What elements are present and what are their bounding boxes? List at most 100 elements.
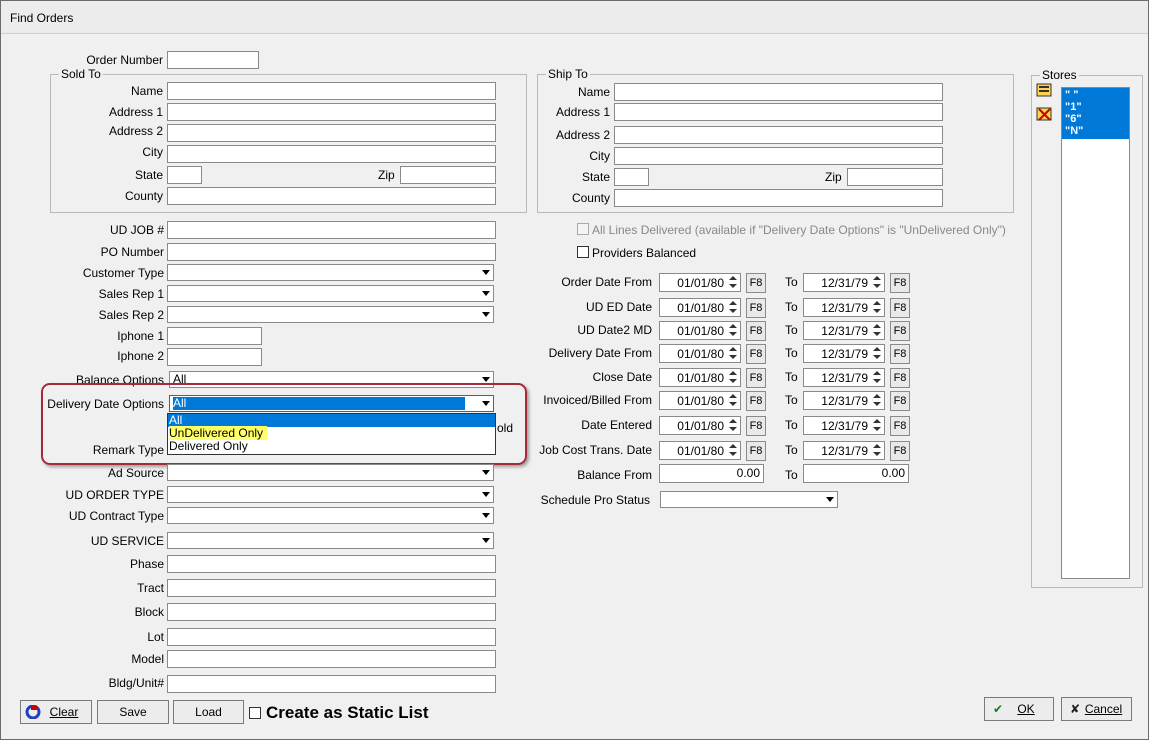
ud-job-input[interactable] <box>167 221 496 239</box>
spinner-icon[interactable] <box>871 323 883 338</box>
spinner-icon[interactable] <box>871 275 883 290</box>
spinner-icon[interactable] <box>727 393 739 408</box>
sold-to-county-input[interactable] <box>167 187 496 205</box>
spinner-icon[interactable] <box>871 443 883 458</box>
balance-from-input[interactable]: 0.00 <box>659 464 764 483</box>
spinner-icon[interactable] <box>727 323 739 338</box>
date-from-input[interactable]: 01/01/80 <box>659 321 741 340</box>
date-to-f8-button[interactable]: F8 <box>890 368 910 388</box>
store-item[interactable]: " " <box>1065 89 1126 101</box>
date-from-f8-button[interactable]: F8 <box>746 391 766 411</box>
date-from-f8-button[interactable]: F8 <box>746 441 766 461</box>
date-from-input[interactable]: 01/01/80 <box>659 344 741 363</box>
stores-list[interactable]: " " "1" "6" "N" <box>1061 87 1130 579</box>
spinner-icon[interactable] <box>871 300 883 315</box>
clear-selection-icon[interactable] <box>1036 106 1054 122</box>
ship-to-zip-input[interactable] <box>847 168 943 186</box>
sold-to-address1-input[interactable] <box>167 103 496 121</box>
ship-to-county-input[interactable] <box>614 189 943 207</box>
date-to-input[interactable]: 12/31/79 <box>803 344 885 363</box>
model-input[interactable] <box>167 650 496 668</box>
ship-to-city-input[interactable] <box>614 147 943 165</box>
title-bar: Find Orders <box>1 1 1148 34</box>
cancel-button[interactable]: ✘ Cancel <box>1061 697 1132 721</box>
date-to-f8-button[interactable]: F8 <box>890 391 910 411</box>
ud-contract-type-dropdown[interactable] <box>167 507 494 524</box>
ship-to-name-input[interactable] <box>614 83 943 101</box>
spinner-icon[interactable] <box>871 370 883 385</box>
block-input[interactable] <box>167 603 496 621</box>
date-from-f8-button[interactable]: F8 <box>746 321 766 341</box>
store-item[interactable]: "6" <box>1065 113 1126 125</box>
ok-button[interactable]: ✔ OK <box>984 697 1054 721</box>
ud-order-type-dropdown[interactable] <box>167 486 494 503</box>
spinner-icon[interactable] <box>727 346 739 361</box>
date-to-input[interactable]: 12/31/79 <box>803 273 885 292</box>
spinner-icon[interactable] <box>727 300 739 315</box>
spinner-icon[interactable] <box>871 346 883 361</box>
date-from-input[interactable]: 01/01/80 <box>659 298 741 317</box>
ad-source-dropdown[interactable] <box>167 464 494 481</box>
date-to-f8-button[interactable]: F8 <box>890 441 910 461</box>
iphone1-input[interactable] <box>167 327 262 345</box>
ship-to-state-input[interactable] <box>614 168 649 186</box>
sold-to-state-input[interactable] <box>167 166 202 184</box>
spinner-icon[interactable] <box>727 370 739 385</box>
sold-to-address2-input[interactable] <box>167 124 496 142</box>
date-from-f8-button[interactable]: F8 <box>746 273 766 293</box>
ship-to-address2-input[interactable] <box>614 126 943 144</box>
providers-balanced-checkbox[interactable] <box>577 246 589 258</box>
all-lines-delivered-checkbox[interactable] <box>577 223 589 235</box>
select-all-icon[interactable] <box>1036 82 1054 98</box>
customer-type-dropdown[interactable] <box>167 264 494 281</box>
date-from-input[interactable]: 01/01/80 <box>659 368 741 387</box>
date-from-f8-button[interactable]: F8 <box>746 368 766 388</box>
spinner-icon[interactable] <box>727 275 739 290</box>
date-to-f8-button[interactable]: F8 <box>890 273 910 293</box>
sales-rep2-dropdown[interactable] <box>167 306 494 323</box>
date-to-input[interactable]: 12/31/79 <box>803 368 885 387</box>
spinner-icon[interactable] <box>871 393 883 408</box>
schedule-pro-status-dropdown[interactable] <box>660 491 838 508</box>
po-number-input[interactable] <box>167 243 496 261</box>
sold-to-city-input[interactable] <box>167 145 496 163</box>
date-to-f8-button[interactable]: F8 <box>890 298 910 318</box>
ship-to-address1-input[interactable] <box>614 103 943 121</box>
create-static-list-checkbox[interactable] <box>249 707 261 719</box>
store-item[interactable]: "1" <box>1065 101 1126 113</box>
tract-input[interactable] <box>167 579 496 597</box>
date-from-input[interactable]: 01/01/80 <box>659 416 741 435</box>
date-from-input[interactable]: 01/01/80 <box>659 391 741 410</box>
date-from-input[interactable]: 01/01/80 <box>659 441 741 460</box>
sales-rep1-dropdown[interactable] <box>167 285 494 302</box>
clear-button[interactable]: Clear <box>20 700 92 724</box>
sold-to-zip-input[interactable] <box>400 166 496 184</box>
date-from-value: 01/01/80 <box>677 444 724 458</box>
spinner-icon[interactable] <box>727 443 739 458</box>
date-to-input[interactable]: 12/31/79 <box>803 441 885 460</box>
date-to-f8-button[interactable]: F8 <box>890 416 910 436</box>
date-to-input[interactable]: 12/31/79 <box>803 298 885 317</box>
iphone2-input[interactable] <box>167 348 262 366</box>
spinner-icon[interactable] <box>727 418 739 433</box>
date-from-f8-button[interactable]: F8 <box>746 298 766 318</box>
lot-input[interactable] <box>167 628 496 646</box>
sold-to-name-input[interactable] <box>167 82 496 100</box>
date-to-f8-button[interactable]: F8 <box>890 344 910 364</box>
date-to-input[interactable]: 12/31/79 <box>803 391 885 410</box>
spinner-icon[interactable] <box>871 418 883 433</box>
date-from-f8-button[interactable]: F8 <box>746 416 766 436</box>
save-button[interactable]: Save <box>97 700 169 724</box>
date-to-input[interactable]: 12/31/79 <box>803 321 885 340</box>
balance-to-input[interactable]: 0.00 <box>803 464 909 483</box>
order-number-input[interactable] <box>167 51 259 69</box>
phase-input[interactable] <box>167 555 496 573</box>
date-to-input[interactable]: 12/31/79 <box>803 416 885 435</box>
date-to-f8-button[interactable]: F8 <box>890 321 910 341</box>
load-button[interactable]: Load <box>173 700 244 724</box>
store-item[interactable]: "N" <box>1065 125 1126 137</box>
ud-service-dropdown[interactable] <box>167 532 494 549</box>
bldg-unit-input[interactable] <box>167 675 496 693</box>
date-from-f8-button[interactable]: F8 <box>746 344 766 364</box>
date-from-input[interactable]: 01/01/80 <box>659 273 741 292</box>
